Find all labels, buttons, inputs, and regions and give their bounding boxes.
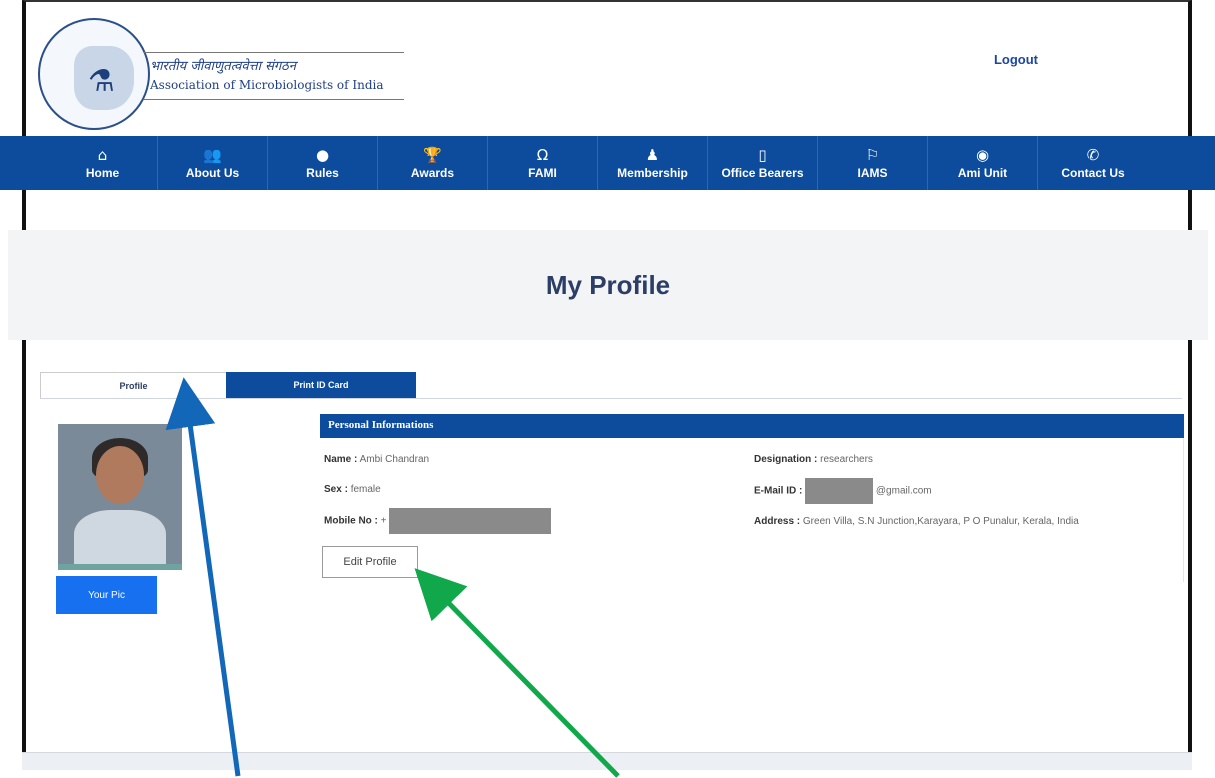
circle-icon: ● (315, 145, 330, 164)
redacted-mobile (389, 508, 552, 534)
horizontal-scrollbar[interactable] (22, 752, 1192, 770)
site-header: ⚗ भारतीय जीवाणुतत्ववेत्ता संगठन Associat… (26, 10, 1188, 134)
email-label: E-Mail ID : (754, 485, 803, 497)
nav-item-rules[interactable]: ● Rules (268, 136, 378, 190)
profile-photo (58, 424, 182, 564)
logo-text-hindi: भारतीय जीवाणुतत्ववेत्ता संगठन (150, 59, 296, 74)
github-icon: Ω (536, 145, 549, 164)
name-label: Name : (324, 454, 358, 465)
designation-field: Designation : researchers (754, 454, 873, 465)
user-icon: ♟ (645, 145, 660, 164)
tab-print-id-card[interactable]: Print ID Card (226, 372, 416, 398)
address-label: Address : (754, 516, 801, 527)
nav-item-fami[interactable]: Ω FAMI (488, 136, 598, 190)
logout-link[interactable]: Logout (994, 52, 1038, 67)
your-pic-button[interactable]: Your Pic (56, 576, 157, 614)
nav-item-contact-us[interactable]: ✆ Contact Us (1038, 136, 1148, 190)
sex-value: female (350, 484, 381, 495)
nav-item-iams[interactable]: ⚐ IAMS (818, 136, 928, 190)
nav-label: Rules (306, 165, 339, 180)
mobile-label: Mobile No : (324, 515, 378, 527)
home-icon: ⌂ (97, 145, 108, 164)
nav-item-about-us[interactable]: 👥 About Us (158, 136, 268, 190)
name-field: Name : Ambi Chandran (324, 454, 429, 465)
trophy-icon: 🏆 (423, 145, 442, 164)
nav-label: Membership (617, 165, 688, 180)
users-icon: 👥 (203, 145, 222, 164)
address-value: Green Villa, S.N Junction,Karayara, P O … (802, 516, 1079, 527)
email-field: E-Mail ID : @gmail.com (754, 478, 932, 504)
sex-field: Sex : female (324, 484, 381, 495)
nav-item-office-bearers[interactable]: ▯ Office Bearers (708, 136, 818, 190)
logo[interactable]: ⚗ (38, 18, 150, 130)
nav-label: About Us (185, 165, 240, 180)
phone-icon: ✆ (1086, 145, 1100, 164)
eye-icon: ◉ (975, 145, 990, 164)
logo-text-english: Association of Microbiologists of India (150, 78, 384, 92)
main-nav: ⌂ Home 👥 About Us ● Rules 🏆 Awards Ω FAM… (0, 136, 1215, 190)
tab-divider (40, 398, 1182, 399)
nav-item-awards[interactable]: 🏆 Awards (378, 136, 488, 190)
microscope-icon: ⚗ (88, 64, 115, 99)
nav-label: IAMS (857, 165, 888, 180)
photo-strip (58, 564, 182, 570)
designation-label: Designation : (754, 454, 818, 465)
tablet-icon: ▯ (758, 145, 767, 164)
nav-label: Office Bearers (721, 165, 804, 180)
nav-label: Awards (410, 165, 455, 180)
sex-label: Sex : (324, 484, 348, 495)
nav-label: Ami Unit (957, 165, 1008, 180)
email-value: @gmail.com (875, 485, 932, 497)
edit-profile-button[interactable]: Edit Profile (322, 546, 418, 578)
nav-item-home[interactable]: ⌂ Home (48, 136, 158, 190)
mobile-value: + (380, 515, 387, 527)
nav-label: Contact Us (1061, 165, 1125, 180)
photo-face (96, 446, 144, 504)
nav-item-ami-unit[interactable]: ◉ Ami Unit (928, 136, 1038, 190)
page-title: My Profile (545, 269, 671, 300)
personal-info-header: Personal Informations (320, 414, 1184, 438)
nav-label: Home (85, 165, 120, 180)
photo-body (74, 510, 166, 564)
address-field: Address : Green Villa, S.N Junction,Kara… (754, 516, 1079, 527)
title-band: My Profile (8, 230, 1208, 340)
tab-profile[interactable]: Profile (40, 372, 226, 398)
redacted-email (805, 478, 874, 504)
mobile-field: Mobile No : + (324, 508, 552, 534)
logo-text: भारतीय जीवाणुतत्ववेत्ता संगठन Associatio… (144, 52, 404, 100)
profile-tabs: Profile Print ID Card (40, 372, 416, 398)
nav-label: FAMI (528, 165, 557, 180)
name-value: Ambi Chandran (359, 454, 430, 465)
nav-item-membership[interactable]: ♟ Membership (598, 136, 708, 190)
designation-value: researchers (820, 454, 873, 465)
flag-icon: ⚐ (865, 145, 880, 164)
